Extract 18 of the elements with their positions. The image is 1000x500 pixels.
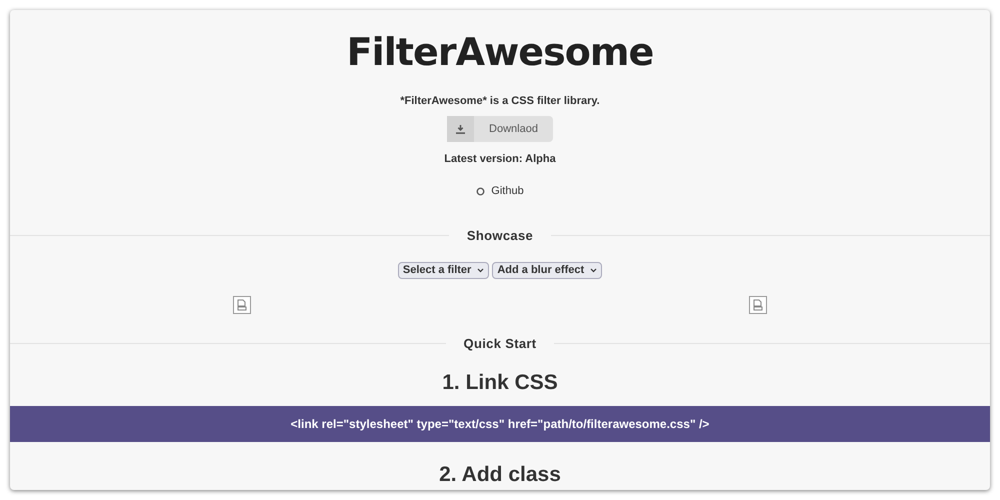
step-heading: 2. Add class (439, 462, 561, 488)
filter-select[interactable]: Add a blur effect (492, 262, 602, 278)
chevron-icon (477, 268, 484, 272)
chevron-icon (590, 268, 598, 272)
step-heading: 1. Link CSS (442, 370, 558, 396)
download-button[interactable]: Downlaod (447, 116, 553, 142)
github-link[interactable]: Github (476, 184, 524, 198)
page-title: FilterAwesome (346, 32, 654, 72)
code-text: <link rel="stylesheet" type="text/css" href="path/to/filterawesome.css" /> (290, 416, 710, 433)
version-label: Latest version: Alpha (444, 152, 556, 166)
tagline: *FilterAwesome* is a CSS filter library. (400, 94, 600, 108)
section-heading: Showcase (466, 227, 534, 245)
broken-image-icon (749, 296, 767, 314)
broken-image-icon (233, 296, 251, 314)
filter-select[interactable]: Select a filter (398, 262, 490, 278)
github-icon (476, 186, 486, 196)
section-heading: Quick Start (464, 334, 536, 352)
download-icon (456, 124, 465, 134)
